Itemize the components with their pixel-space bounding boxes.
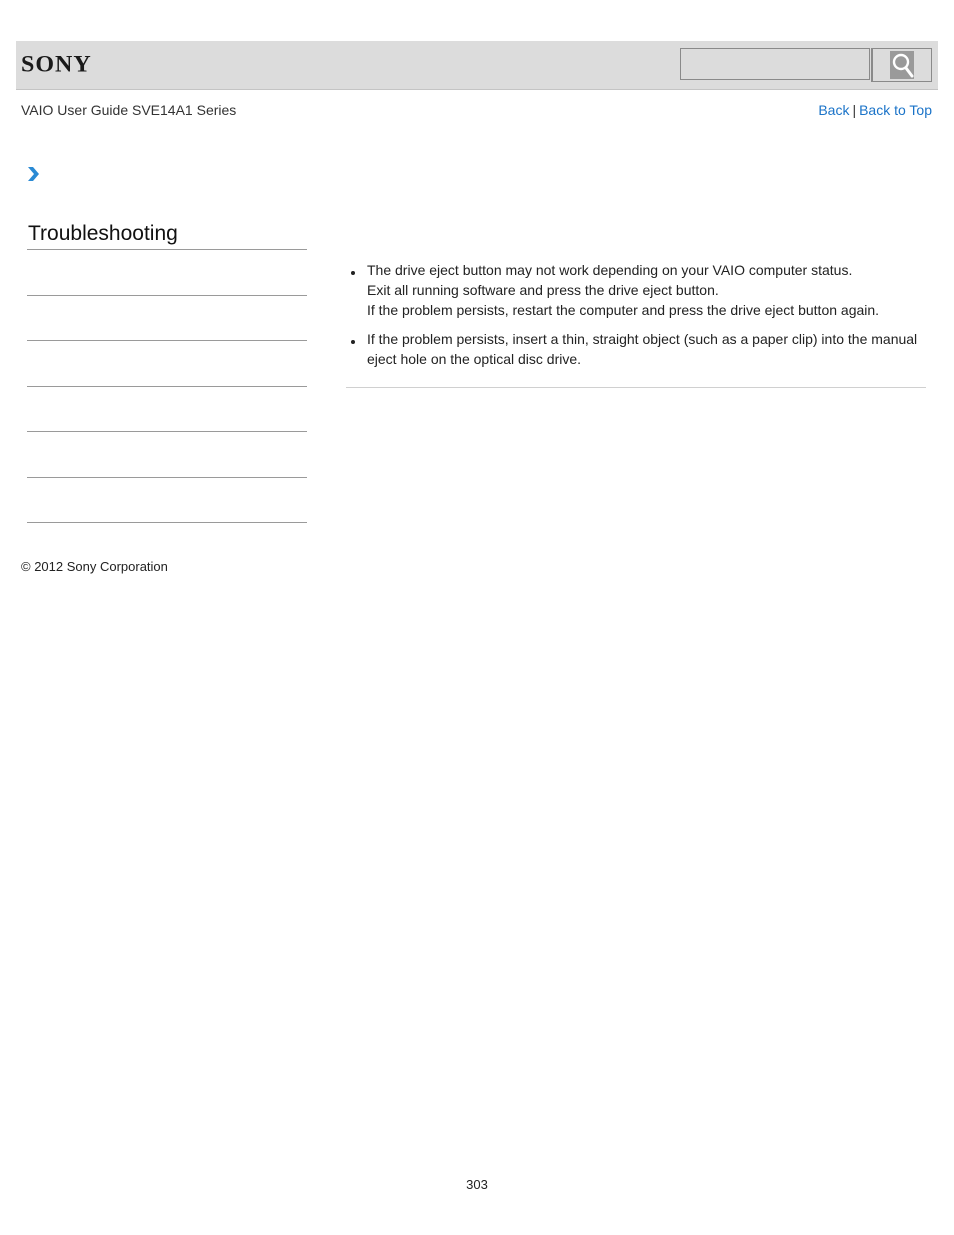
magnifier-icon <box>890 51 914 79</box>
back-link[interactable]: Back <box>818 102 849 118</box>
content-divider <box>346 387 926 388</box>
chevron-right-icon[interactable] <box>26 165 42 183</box>
page-number: 303 <box>466 1177 488 1192</box>
sidebar-item[interactable] <box>27 477 307 478</box>
back-to-top-link[interactable]: Back to Top <box>859 102 932 118</box>
sidebar-item[interactable] <box>27 431 307 432</box>
list-item: The drive eject button may not work depe… <box>348 260 928 320</box>
sidebar-item[interactable] <box>27 340 307 341</box>
nav-separator: | <box>852 102 857 118</box>
guide-title: VAIO User Guide SVE14A1 Series <box>21 102 237 118</box>
bullet-line: If the problem persists, restart the com… <box>367 302 880 318</box>
sidebar-title: Troubleshooting <box>28 222 178 245</box>
sidebar-item[interactable] <box>27 386 307 387</box>
search-button[interactable] <box>871 48 932 82</box>
bullet-line: Exit all running software and press the … <box>367 282 719 298</box>
search-input[interactable] <box>680 48 870 80</box>
sidebar-item[interactable] <box>27 295 307 296</box>
top-nav: Back | Back to Top <box>818 102 932 118</box>
sidebar-divider <box>27 249 307 250</box>
bullet-line: The drive eject button may not work depe… <box>367 262 853 278</box>
sidebar-item[interactable] <box>27 522 307 523</box>
bullet-line: If the problem persists, insert a thin, … <box>367 331 918 367</box>
main-content: The drive eject button may not work depe… <box>348 260 928 378</box>
copyright: © 2012 Sony Corporation <box>21 559 168 574</box>
sony-logo[interactable]: SONY <box>21 53 92 79</box>
list-item: If the problem persists, insert a thin, … <box>348 329 928 369</box>
bullet-list: The drive eject button may not work depe… <box>348 260 928 369</box>
